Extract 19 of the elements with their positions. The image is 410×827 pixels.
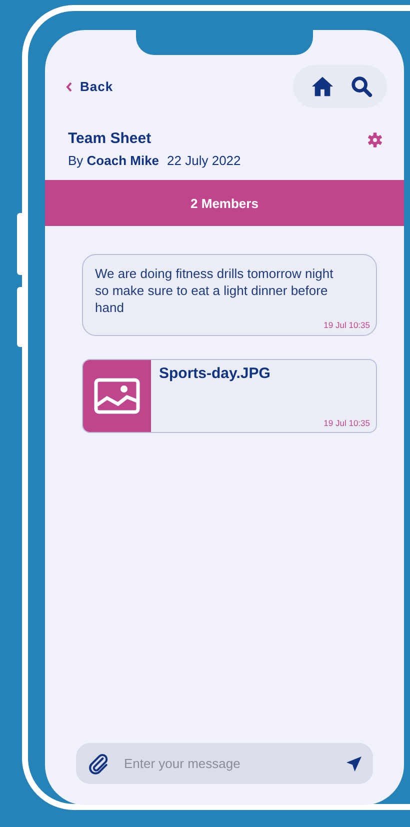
- home-icon[interactable]: [311, 75, 334, 98]
- message-input[interactable]: Enter your message: [122, 755, 333, 772]
- attachment-card[interactable]: Sports-day.JPG 19 Jul 10:35: [82, 359, 377, 433]
- file-name: Sports-day.JPG: [159, 365, 272, 382]
- search-icon[interactable]: [350, 75, 373, 98]
- author-label: By Coach Mike: [68, 153, 160, 168]
- message-field[interactable]: Enter your message: [76, 743, 373, 784]
- back-button[interactable]: Back: [66, 79, 114, 94]
- message-time: 19 Jul 10:35: [322, 418, 370, 428]
- chat-title: Team Sheet: [68, 130, 152, 147]
- date-label: 22 July 2022: [167, 153, 241, 168]
- settings-icon[interactable]: [367, 132, 383, 148]
- members-bar[interactable]: 2 Members: [45, 180, 404, 226]
- message-text: We are doing fitness drills tomorrow night so make sure to eat a light dinner before hand: [95, 265, 334, 316]
- image-icon: [94, 378, 140, 414]
- paperclip-icon[interactable]: [88, 752, 110, 774]
- send-icon[interactable]: [345, 754, 363, 772]
- message-time: 19 Jul 10:35: [322, 320, 370, 330]
- chevron-left-icon: [66, 82, 72, 92]
